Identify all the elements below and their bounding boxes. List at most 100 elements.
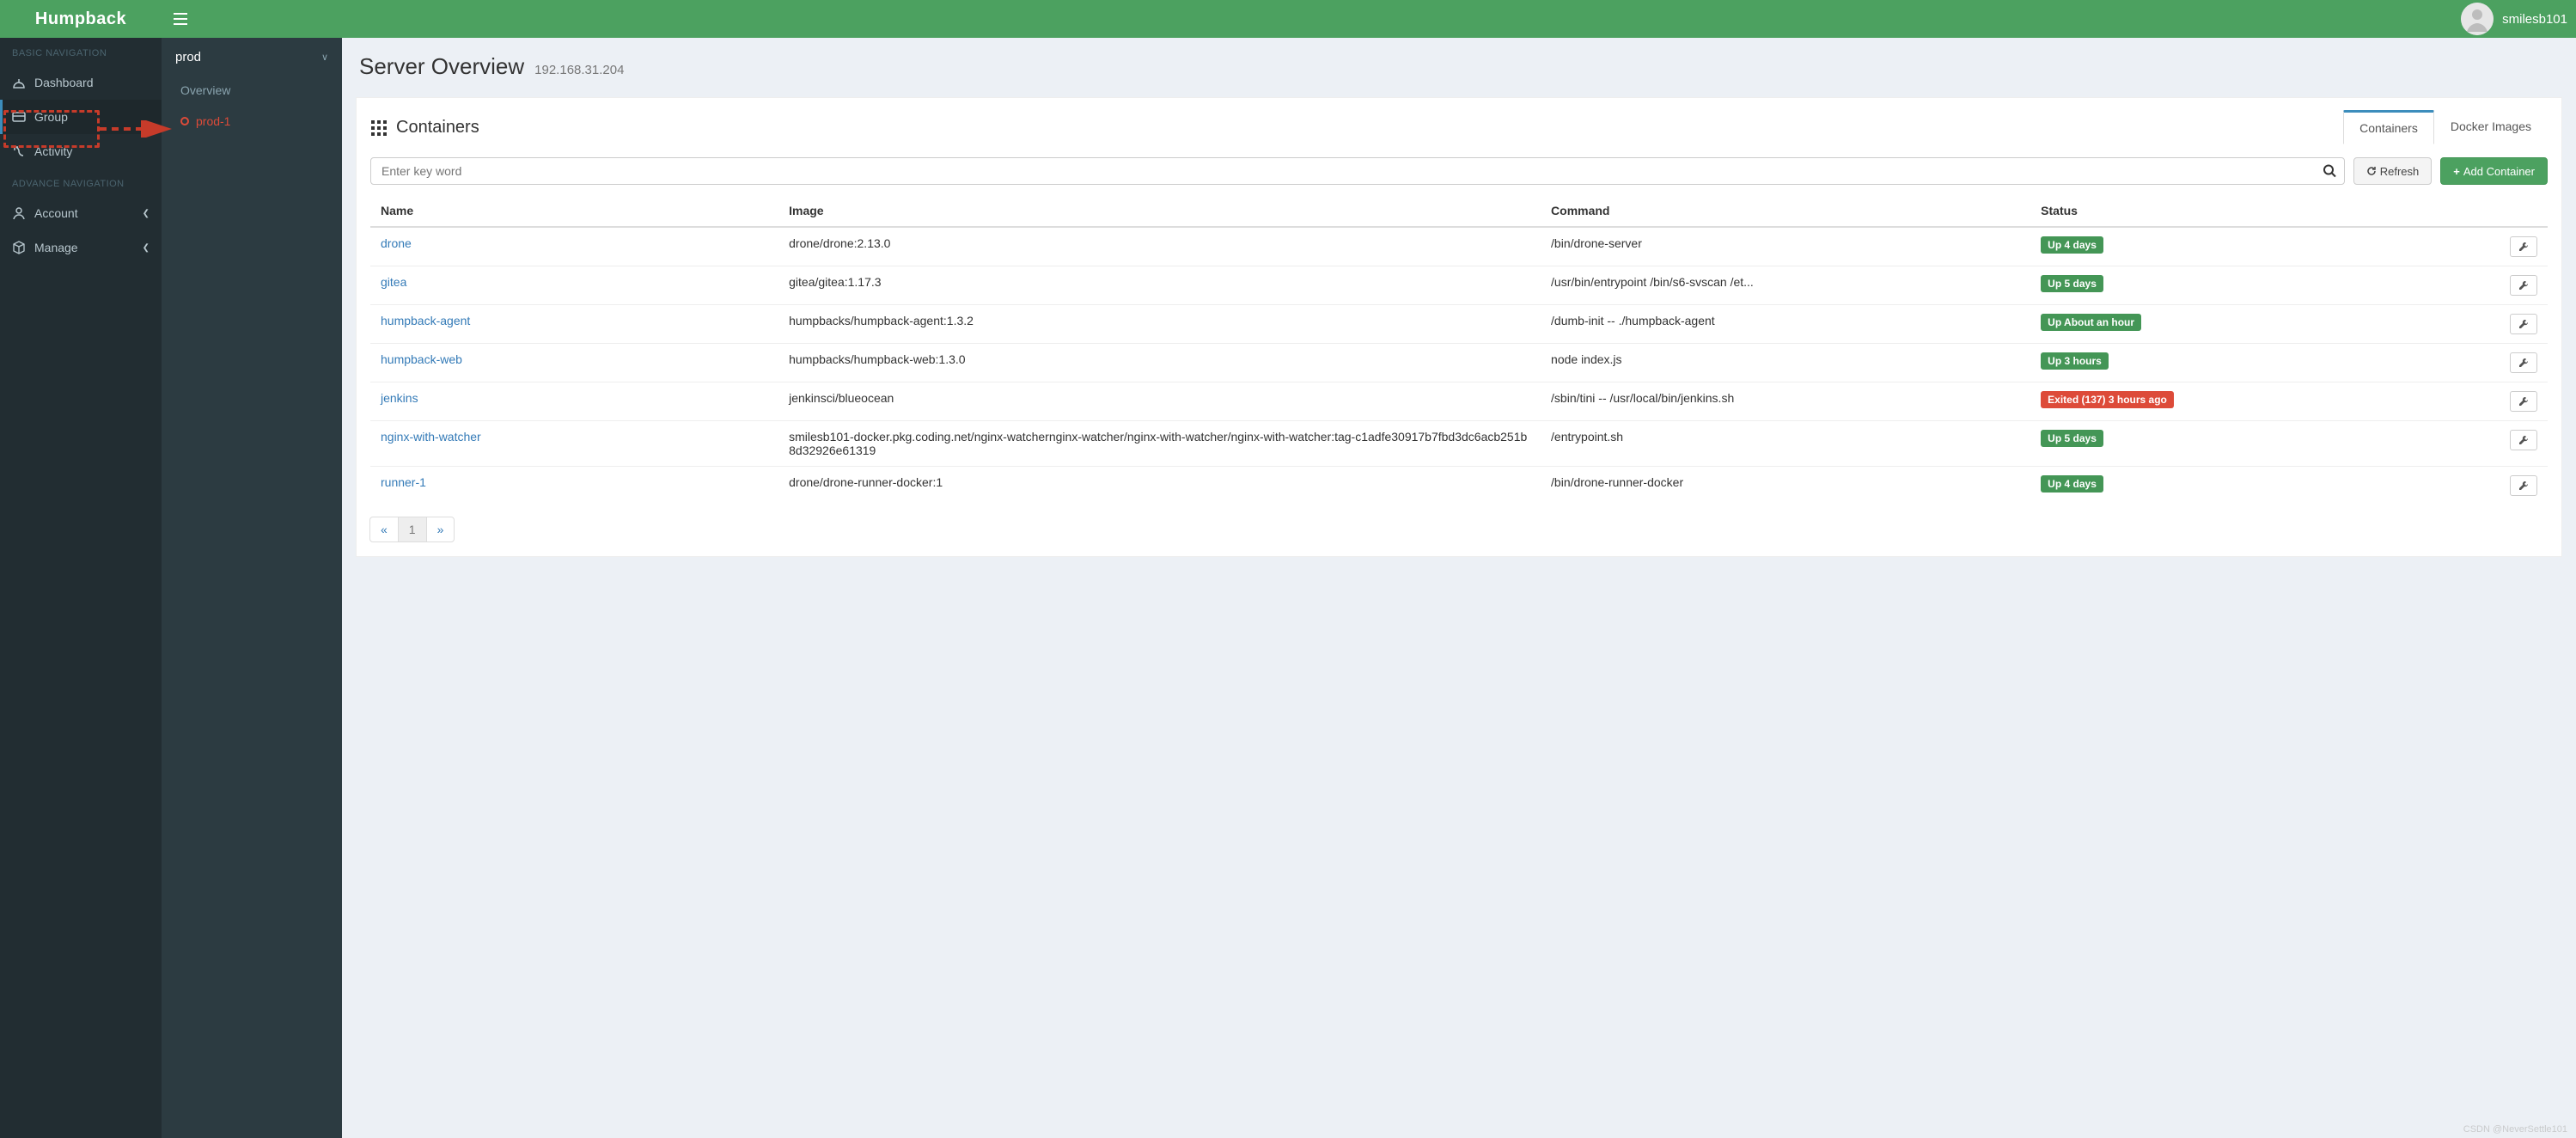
panel-title-wrap: Containers xyxy=(370,118,479,138)
refresh-icon xyxy=(2366,166,2377,176)
panel-tabs: Containers Docker Images xyxy=(2343,110,2548,145)
status-badge: Up 3 hours xyxy=(2041,352,2109,370)
username[interactable]: smilesb101 xyxy=(2502,12,2567,27)
th-actions xyxy=(2412,195,2548,227)
container-name-link[interactable]: humpback-web xyxy=(381,352,462,366)
container-command: /entrypoint.sh xyxy=(1541,421,2030,467)
page-1[interactable]: 1 xyxy=(398,517,427,542)
status-badge: Up 4 days xyxy=(2041,236,2103,254)
container-image: humpbacks/humpback-agent:1.3.2 xyxy=(778,305,1541,344)
wrench-icon xyxy=(2518,357,2530,369)
th-command: Command xyxy=(1541,195,2030,227)
subnav-item-prod1[interactable]: prod-1 xyxy=(162,106,342,137)
table-row: dronedrone/drone:2.13.0/bin/drone-server… xyxy=(370,227,2548,266)
wrench-icon xyxy=(2518,395,2530,407)
panel-header: Containers Containers Docker Images xyxy=(370,110,2548,145)
refresh-label: Refresh xyxy=(2380,165,2420,178)
page-header: Server Overview 192.168.31.204 xyxy=(342,38,2576,90)
status-badge: Up 5 days xyxy=(2041,430,2103,447)
sidebar-item-activity[interactable]: Activity xyxy=(0,134,162,168)
subnav-item-overview[interactable]: Overview xyxy=(162,75,342,106)
grid-icon xyxy=(370,119,388,137)
activity-icon xyxy=(12,144,26,158)
container-name-link[interactable]: runner-1 xyxy=(381,475,426,489)
container-command: node index.js xyxy=(1541,344,2030,382)
tab-containers[interactable]: Containers xyxy=(2343,110,2434,144)
container-name-link[interactable]: nginx-with-watcher xyxy=(381,430,481,444)
row-actions-button[interactable] xyxy=(2510,352,2537,373)
sidebar-item-label: Activity xyxy=(34,144,72,158)
container-image: gitea/gitea:1.17.3 xyxy=(778,266,1541,305)
table-row: nginx-with-watcher smilesb101-docker.pkg.… xyxy=(370,421,2548,467)
sidebar-item-manage[interactable]: Manage ❮ xyxy=(0,230,162,265)
sidebar-item-label: Dashboard xyxy=(34,76,94,89)
user-icon xyxy=(12,206,26,220)
toolbar: Refresh + Add Container xyxy=(370,157,2548,185)
add-container-button[interactable]: + Add Container xyxy=(2440,157,2548,185)
container-name-link[interactable]: drone xyxy=(381,236,412,250)
chevron-down-icon: ∨ xyxy=(321,52,328,63)
avatar[interactable] xyxy=(2461,3,2494,35)
sidebar-item-dashboard[interactable]: Dashboard xyxy=(0,65,162,100)
searchbox xyxy=(370,157,2345,185)
circle-icon xyxy=(180,117,189,125)
container-command: /dumb-init -- ./humpback-agent xyxy=(1541,305,2030,344)
page-title: Server Overview xyxy=(359,53,524,80)
subnav-item-label: prod-1 xyxy=(196,114,230,128)
page-prev[interactable]: « xyxy=(369,517,399,542)
container-name-link[interactable]: jenkins xyxy=(381,391,418,405)
row-actions-button[interactable] xyxy=(2510,430,2537,450)
group-title-label: prod xyxy=(175,50,201,64)
container-name-link[interactable]: gitea xyxy=(381,275,406,289)
row-actions-button[interactable] xyxy=(2510,236,2537,257)
container-command: /bin/drone-runner-docker xyxy=(1541,467,2030,505)
sidebar-item-label: Account xyxy=(34,206,78,220)
table-row: runner-1drone/drone-runner-docker:1/bin/… xyxy=(370,467,2548,505)
sidebar-heading-basic: BASIC NAVIGATION xyxy=(0,38,162,65)
status-badge: Exited (137) 3 hours ago xyxy=(2041,391,2174,408)
add-container-label: Add Container xyxy=(2463,165,2535,178)
dashboard-icon xyxy=(12,76,26,89)
wrench-icon xyxy=(2518,241,2530,253)
table-row: humpback-web humpbacks/humpback-web:1.3.0… xyxy=(370,344,2548,382)
panel-title: Containers xyxy=(396,118,479,138)
row-actions-button[interactable] xyxy=(2510,314,2537,334)
sidebar-heading-advance: ADVANCE NAVIGATION xyxy=(0,168,162,196)
sidebar: BASIC NAVIGATION Dashboard Group Activit… xyxy=(0,38,162,1138)
sidebar-item-label: Group xyxy=(34,110,68,124)
search-input[interactable] xyxy=(370,157,2345,185)
hamburger-icon[interactable] xyxy=(162,13,199,25)
row-actions-button[interactable] xyxy=(2510,275,2537,296)
th-image: Image xyxy=(778,195,1541,227)
server-ip: 192.168.31.204 xyxy=(534,63,624,77)
sidebar-item-group[interactable]: Group xyxy=(0,100,162,134)
wrench-icon xyxy=(2518,279,2530,291)
row-actions-button[interactable] xyxy=(2510,391,2537,412)
wrench-icon xyxy=(2518,480,2530,492)
container-image: smilesb101-docker.pkg.coding.net/nginx-w… xyxy=(778,421,1541,467)
cube-icon xyxy=(12,241,26,254)
container-command: /usr/bin/entrypoint /bin/s6-svscan /et..… xyxy=(1541,266,2030,305)
container-command: /sbin/tini -- /usr/local/bin/jenkins.sh xyxy=(1541,382,2030,421)
plus-icon: + xyxy=(2453,165,2460,178)
container-image: drone/drone:2.13.0 xyxy=(778,227,1541,266)
sidebar-item-account[interactable]: Account ❮ xyxy=(0,196,162,230)
table-row: jenkinsjenkinsci/blueocean/sbin/tini -- … xyxy=(370,382,2548,421)
refresh-button[interactable]: Refresh xyxy=(2353,157,2433,185)
brand-logo: Humpback xyxy=(35,9,126,29)
topbar: Humpback smilesb101 xyxy=(0,0,2576,38)
chevron-left-icon: ❮ xyxy=(143,209,150,218)
container-name-link[interactable]: humpback-agent xyxy=(381,314,470,327)
subnav-group-title[interactable]: prod ∨ xyxy=(162,38,342,75)
tab-docker-images[interactable]: Docker Images xyxy=(2434,110,2548,144)
status-badge: Up 5 days xyxy=(2041,275,2103,292)
th-status: Status xyxy=(2030,195,2411,227)
page-next[interactable]: » xyxy=(426,517,455,542)
containers-panel: Containers Containers Docker Images xyxy=(356,97,2562,557)
th-name: Name xyxy=(370,195,778,227)
group-icon xyxy=(12,110,26,124)
container-image: humpbacks/humpback-web:1.3.0 xyxy=(778,344,1541,382)
logo-box[interactable]: Humpback xyxy=(0,0,162,38)
wrench-icon xyxy=(2518,434,2530,446)
row-actions-button[interactable] xyxy=(2510,475,2537,496)
